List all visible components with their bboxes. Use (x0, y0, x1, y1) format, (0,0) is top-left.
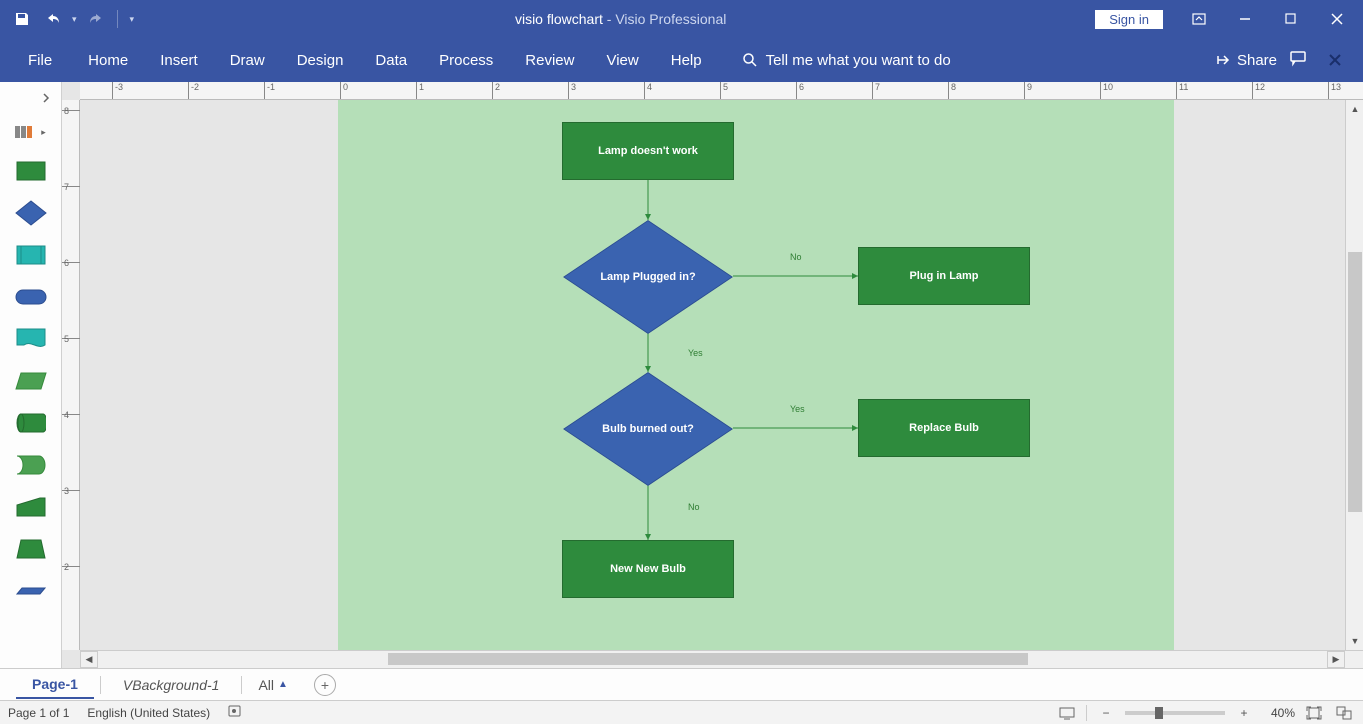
fit-page-button[interactable] (1303, 703, 1325, 723)
ribbon-display-options-button[interactable] (1177, 4, 1221, 34)
page-indicator[interactable]: Page 1 of 1 (8, 706, 69, 720)
window-title: visio flowchart - Visio Professional (146, 11, 1095, 27)
scroll-left-button[interactable]: ◀ (80, 651, 98, 668)
shape-start-end[interactable] (14, 280, 48, 314)
zoom-out-button[interactable]: − (1095, 703, 1117, 723)
search-icon (742, 52, 758, 68)
comment-icon (1289, 49, 1307, 67)
shape-decision[interactable] (14, 196, 48, 230)
maximize-button[interactable] (1269, 4, 1313, 34)
qat-customize-icon[interactable]: ▾ (126, 14, 139, 25)
stencil-icon (15, 123, 39, 141)
share-button[interactable]: Share (1215, 52, 1277, 69)
flowchart-plugin[interactable]: Plug in Lamp (858, 247, 1030, 305)
shape-custom1[interactable] (14, 490, 48, 524)
tab-process[interactable]: Process (423, 42, 509, 79)
connector-label-yes2: Yes (790, 404, 805, 414)
comments-button[interactable] (1289, 49, 1307, 71)
vscroll-thumb[interactable] (1348, 252, 1362, 512)
drawing-page[interactable]: No Yes Yes No Lamp doesn't work Lamp Plu… (338, 100, 1174, 650)
tab-file[interactable]: File (12, 42, 68, 79)
status-bar: Page 1 of 1 English (United States) − + … (0, 700, 1363, 724)
save-button[interactable] (8, 5, 36, 33)
language-indicator[interactable]: English (United States) (87, 706, 210, 720)
page-tab-1[interactable]: Page-1 (16, 671, 94, 699)
shape-subprocess[interactable] (14, 238, 48, 272)
page-tabs-bar: Page-1 VBackground-1 All▲ + (0, 668, 1363, 700)
scroll-right-button[interactable]: ▶ (1327, 651, 1345, 668)
presentation-mode-button[interactable] (1056, 703, 1078, 723)
shape-document[interactable] (14, 322, 48, 356)
zoom-slider[interactable] (1125, 711, 1225, 715)
signin-button[interactable]: Sign in (1095, 10, 1163, 29)
expand-shapes-panel-button[interactable] (0, 86, 61, 110)
shape-external-data[interactable] (14, 448, 48, 482)
tab-help[interactable]: Help (655, 42, 718, 79)
shape-data[interactable] (14, 364, 48, 398)
flowchart-newbulb[interactable]: New New Bulb (562, 540, 734, 598)
title-bar: ▾ ▾ visio flowchart - Visio Professional… (0, 0, 1363, 38)
redo-button[interactable] (81, 5, 109, 33)
flowchart-start[interactable]: Lamp doesn't work (562, 122, 734, 180)
ribbon-tabs: File Home Insert Draw Design Data Proces… (0, 38, 1363, 82)
shape-process[interactable] (14, 154, 48, 188)
app-name: Visio Professional (615, 11, 726, 27)
minimize-button[interactable] (1223, 4, 1267, 34)
share-icon (1215, 52, 1231, 68)
zoom-in-button[interactable]: + (1233, 703, 1255, 723)
shape-custom3[interactable] (14, 574, 48, 608)
flowchart-decision-burned[interactable]: Bulb burned out? (563, 372, 733, 486)
close-button[interactable] (1315, 4, 1359, 34)
tab-view[interactable]: View (590, 42, 654, 79)
tab-data[interactable]: Data (359, 42, 423, 79)
macro-recorder-button[interactable] (228, 704, 244, 721)
shape-custom2[interactable] (14, 532, 48, 566)
tab-design[interactable]: Design (281, 42, 360, 79)
canvas-area: -3 -2 -1 0 1 2 3 4 5 6 7 8 9 10 11 12 13… (62, 82, 1363, 668)
document-name: visio flowchart (515, 11, 603, 27)
tab-review[interactable]: Review (509, 42, 590, 79)
undo-dropdown-icon[interactable]: ▾ (72, 14, 77, 25)
page-tab-all[interactable]: All▲ (248, 672, 297, 698)
scroll-up-button[interactable]: ▲ (1346, 100, 1363, 118)
tab-home[interactable]: Home (72, 42, 144, 79)
undo-button[interactable] (40, 5, 68, 33)
tab-draw[interactable]: Draw (214, 42, 281, 79)
tell-me-search[interactable]: Tell me what you want to do (766, 52, 951, 69)
vertical-scrollbar[interactable]: ▲ ▼ (1345, 100, 1363, 650)
main-area: ▸ -3 -2 -1 0 1 2 3 4 5 6 7 8 9 10 1 (0, 82, 1363, 668)
connectors (338, 100, 1174, 650)
hscroll-thumb[interactable] (388, 653, 1028, 665)
shapes-panel: ▸ (0, 82, 62, 668)
stencil-selector[interactable]: ▸ (0, 118, 61, 146)
pan-zoom-window-button[interactable] (1333, 703, 1355, 723)
page-tab-background[interactable]: VBackground-1 (107, 672, 236, 698)
connector-label-no: No (790, 252, 802, 262)
collapse-ribbon-button[interactable] (1319, 44, 1351, 76)
flowchart-replace[interactable]: Replace Bulb (858, 399, 1030, 457)
drawing-canvas[interactable]: No Yes Yes No Lamp doesn't work Lamp Plu… (80, 100, 1345, 650)
tab-insert[interactable]: Insert (144, 42, 214, 79)
flowchart-decision-plugged[interactable]: Lamp Plugged in? (563, 220, 733, 334)
horizontal-ruler[interactable]: -3 -2 -1 0 1 2 3 4 5 6 7 8 9 10 11 12 13 (80, 82, 1363, 100)
shape-database[interactable] (14, 406, 48, 440)
add-page-button[interactable]: + (314, 674, 336, 696)
scroll-down-button[interactable]: ▼ (1346, 632, 1363, 650)
horizontal-scrollbar[interactable]: ◀ ▶ (80, 650, 1363, 668)
quick-access-toolbar: ▾ ▾ (0, 5, 146, 33)
vertical-ruler[interactable]: 8 7 6 5 4 3 2 (62, 100, 80, 650)
zoom-percent[interactable]: 40% (1263, 706, 1295, 720)
